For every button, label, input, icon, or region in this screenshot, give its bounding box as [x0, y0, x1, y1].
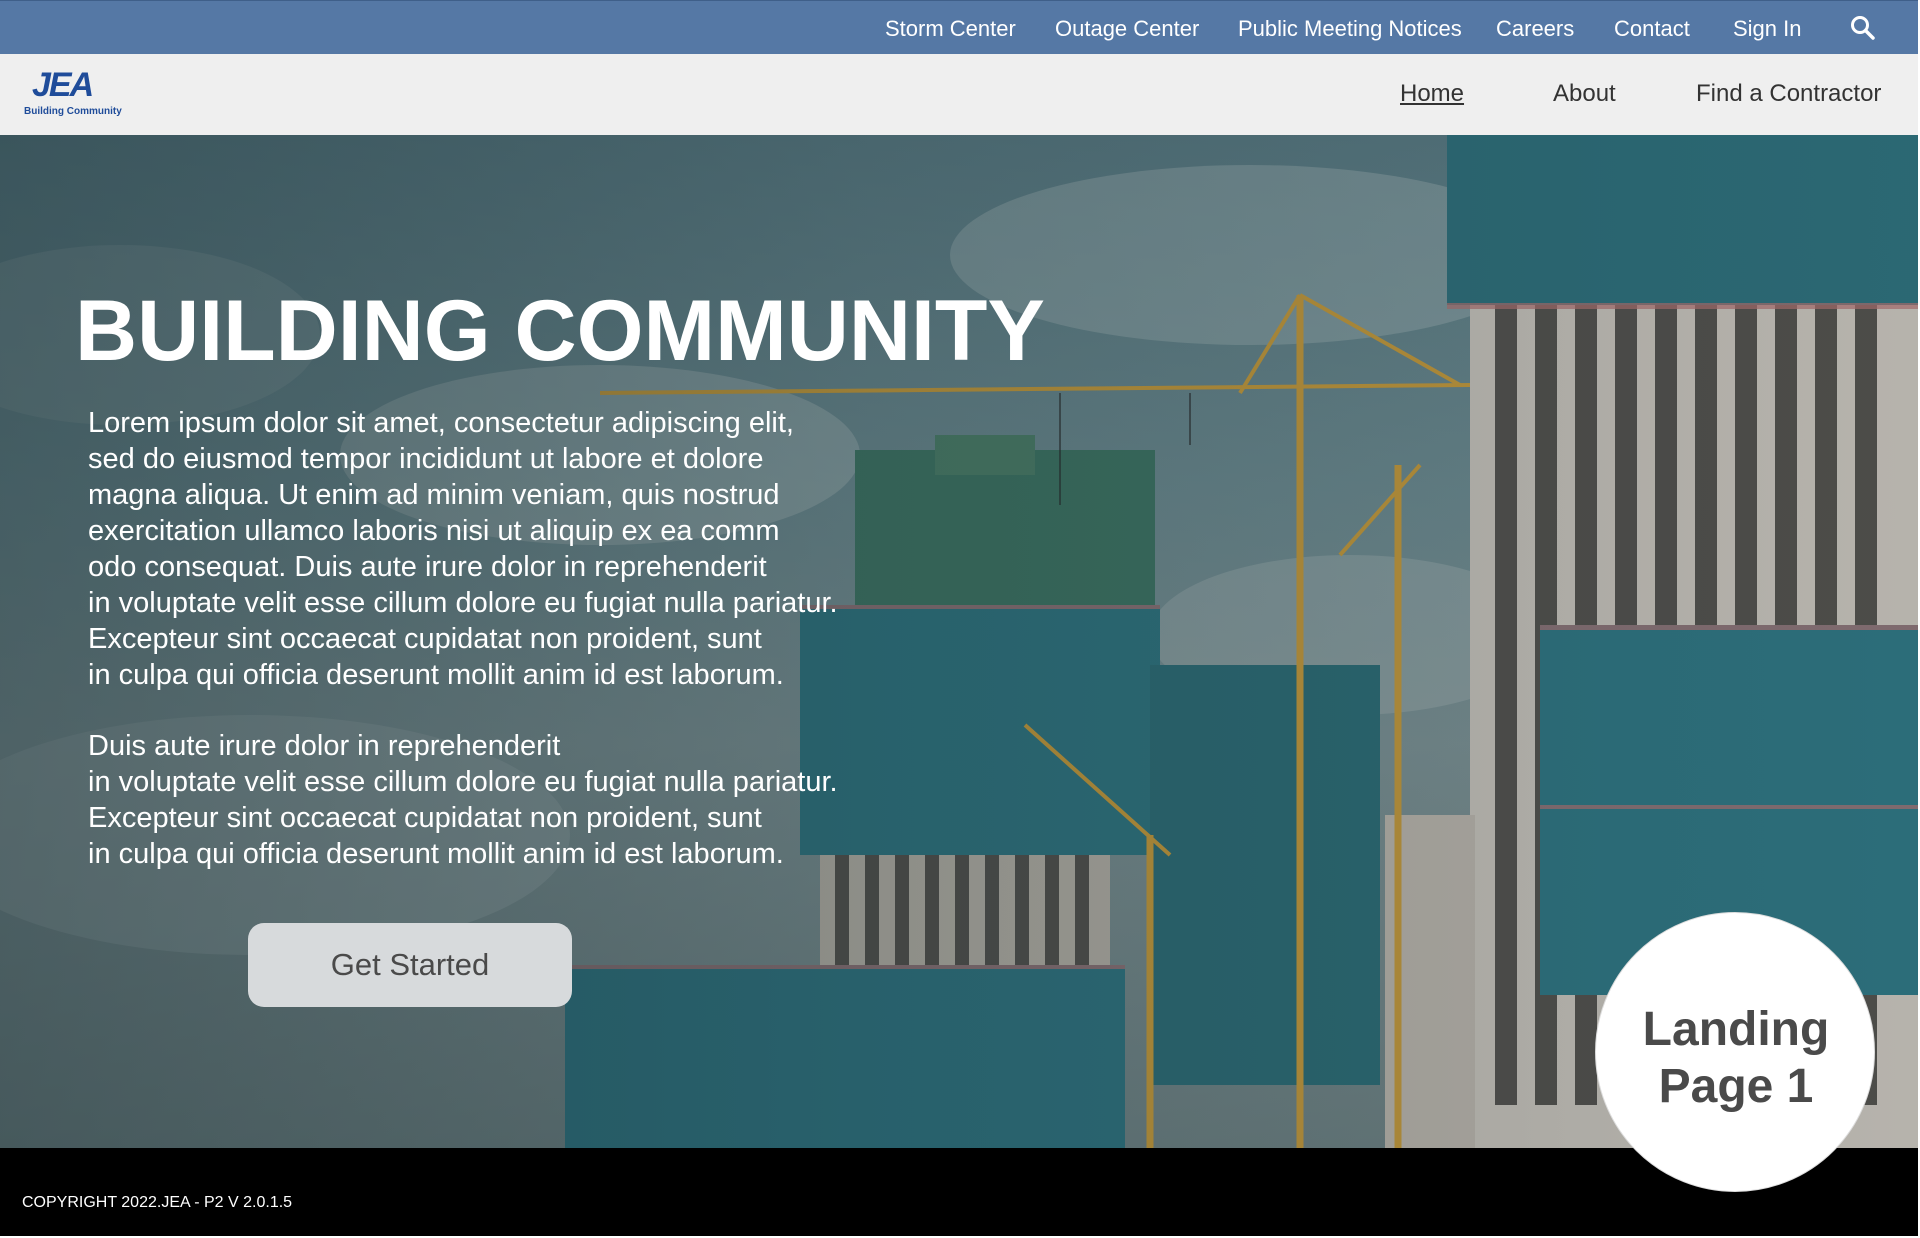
utility-link-contact[interactable]: Contact: [1614, 16, 1690, 42]
get-started-button[interactable]: Get Started: [248, 923, 572, 1007]
hero-paragraph-2: Duis aute irure dolor in reprehenderit i…: [88, 730, 838, 870]
search-icon[interactable]: [1849, 14, 1877, 42]
logo-tagline: Building Community: [24, 106, 122, 117]
page-badge: Landing Page 1: [1595, 912, 1875, 1192]
hero-title: BUILDING COMMUNITY: [75, 283, 1045, 379]
page-badge-label: Landing Page 1: [1642, 1003, 1830, 1113]
utility-link-sign-in[interactable]: Sign In: [1733, 16, 1802, 42]
logo-mark: JEA: [32, 66, 94, 104]
utility-link-storm-center[interactable]: Storm Center: [885, 16, 1016, 42]
copyright-text: COPYRIGHT 2022.JEA - P2 V 2.0.1.5: [22, 1194, 293, 1211]
nav-link-home[interactable]: Home: [1400, 80, 1464, 108]
utility-bar: Storm Center Outage Center Public Meetin…: [0, 0, 1918, 54]
utility-link-careers[interactable]: Careers: [1496, 16, 1574, 42]
jea-logo[interactable]: JEA Building Community: [22, 67, 132, 123]
nav-link-find-a-contractor[interactable]: Find a Contractor: [1696, 80, 1881, 108]
landing-page: Storm Center Outage Center Public Meetin…: [0, 0, 1920, 1238]
main-nav: JEA Building Community Home About Find a…: [0, 54, 1918, 135]
utility-link-public-meeting-notices[interactable]: Public Meeting Notices: [1238, 16, 1462, 42]
nav-link-about[interactable]: About: [1553, 80, 1616, 108]
utility-link-outage-center[interactable]: Outage Center: [1055, 16, 1199, 42]
hero-paragraph-1: Lorem ipsum dolor sit amet, consectetur …: [88, 407, 838, 691]
footer: COPYRIGHT 2022.JEA - P2 V 2.0.1.5: [0, 1148, 1918, 1236]
